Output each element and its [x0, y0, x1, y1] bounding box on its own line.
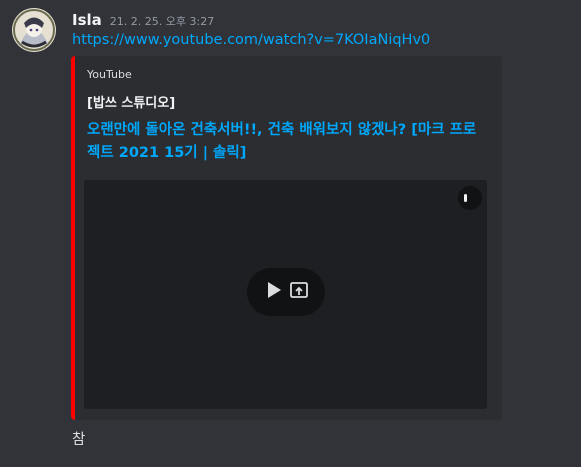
timestamp: 21. 2. 25. 오후 3:27 — [109, 15, 215, 28]
message-header: Isla 21. 2. 25. 오후 3:27 — [72, 11, 214, 29]
youtube-embed: YouTube [밥쓰 스튜디오] 오랜만에 돌아온 건축서버!!, 건축 배워… — [71, 56, 502, 420]
avatar-image — [12, 8, 56, 52]
video-controls — [247, 268, 325, 316]
video-status-icon — [458, 186, 482, 210]
popout-icon[interactable] — [289, 280, 309, 304]
embed-author[interactable]: [밥쓰 스튜디오] — [87, 92, 175, 111]
next-message-text: 참 — [72, 432, 86, 448]
video-thumbnail[interactable] — [84, 180, 487, 409]
youtube-link[interactable]: https://www.youtube.com/watch?v=7KOIaNiq… — [72, 32, 430, 48]
embed-provider[interactable]: YouTube — [87, 68, 132, 81]
play-icon[interactable] — [263, 280, 283, 304]
embed-accent-bar — [71, 56, 75, 420]
user-avatar[interactable] — [12, 8, 56, 52]
username[interactable]: Isla — [72, 11, 102, 29]
chat-message: Isla 21. 2. 25. 오후 3:27 https://www.yout… — [0, 0, 581, 467]
embed-title[interactable]: 오랜만에 돌아온 건축서버!!, 건축 배워보지 않겠나? [마크 프로젝트 2… — [87, 119, 487, 165]
